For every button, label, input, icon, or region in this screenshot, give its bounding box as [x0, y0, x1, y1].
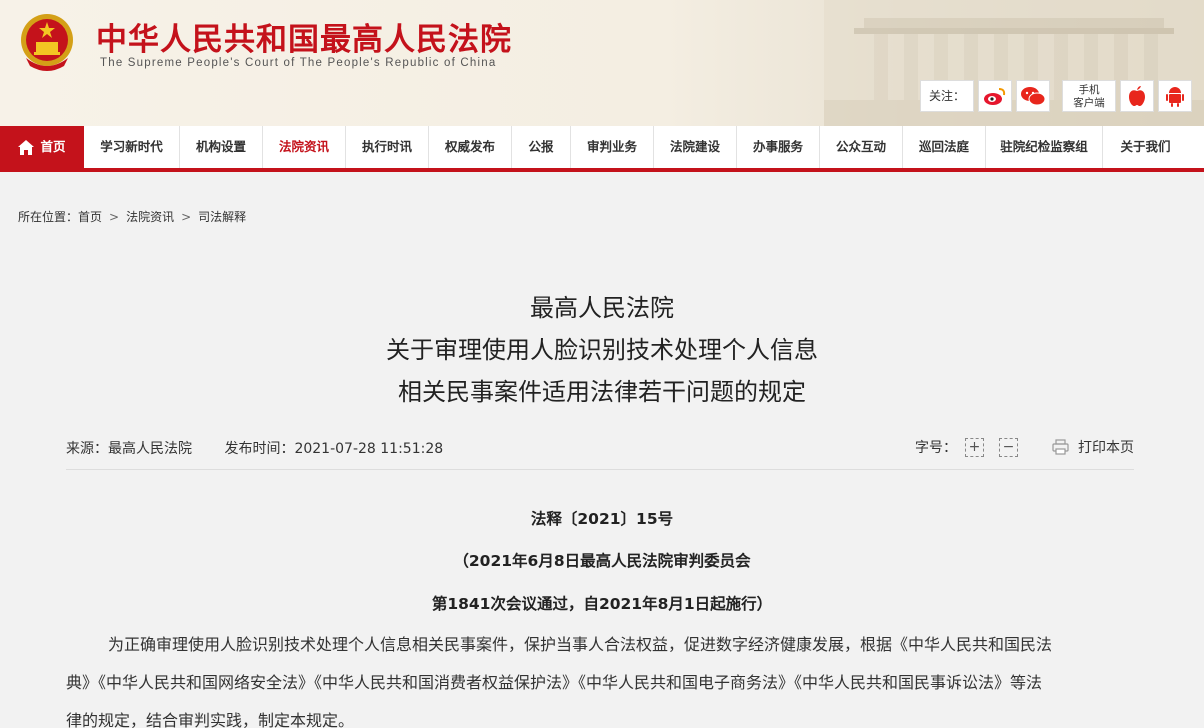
emblem-icon — [21, 14, 73, 71]
breadcrumb-prefix: 所在位置： — [18, 210, 79, 224]
follow-bar: 关注： 手机 客户端 — [920, 80, 1193, 112]
nav-item-enforcement-news[interactable]: 执行时讯 — [346, 126, 429, 168]
nav-item-services[interactable]: 办事服务 — [737, 126, 820, 168]
breadcrumb-separator: > — [181, 210, 192, 224]
weibo-button[interactable] — [978, 80, 1013, 112]
main-nav: 首页 学习新时代 机构设置 法院资讯 执行时讯 权威发布 公报 审判业务 法院建… — [0, 126, 1204, 172]
site-header: 中华人民共和国最高人民法院 The Supreme People's Court… — [0, 0, 1204, 126]
nav-item-public-interaction[interactable]: 公众互动 — [820, 126, 903, 168]
mobile-client-line1: 手机 — [1078, 84, 1100, 96]
article-publish-time: 发布时间：2021-07-28 11:51:28 — [224, 441, 444, 457]
article-tools: 字号： + − 打印本页 — [915, 437, 1134, 457]
nav-item-discipline-inspection[interactable]: 驻院纪检监察组 — [986, 126, 1103, 168]
wechat-icon — [1021, 87, 1046, 106]
wechat-button[interactable] — [1016, 80, 1051, 112]
nav-item-court-news[interactable]: 法院资讯 — [263, 126, 346, 168]
nav-item-label: 首页 — [40, 139, 66, 154]
mobile-client-line2: 客户端 — [1073, 97, 1105, 109]
nav-item-study[interactable]: 学习新时代 — [84, 126, 180, 168]
print-icon — [1052, 439, 1069, 455]
meta-divider — [66, 469, 1134, 470]
body-paragraph-line-3: 律的规定，结合审判实践，制定本规定。 — [66, 711, 355, 728]
article-title-line-1: 最高人民法院 — [530, 294, 674, 322]
apple-icon — [1129, 86, 1146, 106]
site-title: 中华人民共和国最高人民法院 — [96, 22, 512, 58]
body-paragraph-line-2: 典》《中华人民共和国网络安全法》《中华人民共和国消费者权益保护法》《中华人民共和… — [66, 673, 1043, 692]
nav-item-court-building[interactable]: 法院建设 — [654, 126, 737, 168]
article-body: 为正确审理使用人脸识别技术处理个人信息相关民事案件，保护当事人合法权益，促进数字… — [66, 626, 1136, 728]
print-button[interactable]: 打印本页 — [1052, 437, 1134, 457]
body-paragraph-line-1: 为正确审理使用人脸识别技术处理个人信息相关民事案件，保护当事人合法权益，促进数字… — [108, 635, 1053, 654]
nav-item-about-us[interactable]: 关于我们 — [1103, 126, 1188, 168]
article-source: 来源：最高人民法院 — [66, 441, 192, 457]
android-app-button[interactable] — [1158, 80, 1193, 112]
site-subtitle: The Supreme People's Court of The People… — [100, 57, 497, 69]
nav-item-organization[interactable]: 机构设置 — [180, 126, 263, 168]
font-increase-button[interactable]: + — [965, 437, 984, 457]
nav-item-trial-business[interactable]: 审判业务 — [571, 126, 654, 168]
adoption-line-2: 第1841次会议通过，自2021年8月1日起施行） — [431, 595, 773, 613]
nav-item-authoritative-release[interactable]: 权威发布 — [429, 126, 512, 168]
article-title-line-2: 关于审理使用人脸识别技术处理个人信息 — [386, 336, 818, 364]
print-label: 打印本页 — [1078, 440, 1134, 456]
mobile-client-label: 手机 客户端 — [1062, 80, 1117, 112]
breadcrumb-separator: > — [109, 210, 120, 224]
article-meta: 来源：最高人民法院 发布时间：2021-07-28 11:51:28 — [66, 438, 471, 458]
home-icon — [18, 139, 35, 155]
weibo-icon — [984, 88, 1006, 105]
font-decrease-button[interactable]: − — [999, 437, 1018, 457]
follow-label: 关注： — [920, 80, 975, 112]
breadcrumb-judicial-interpretation[interactable]: 司法解释 — [198, 210, 246, 224]
doc-number: 法释〔2021〕15号 — [530, 510, 674, 528]
nav-item-home[interactable]: 首页 — [0, 126, 84, 168]
ios-app-button[interactable] — [1120, 80, 1155, 112]
font-size-label: 字号： — [915, 440, 957, 456]
breadcrumb-court-news[interactable]: 法院资讯 — [126, 210, 174, 224]
android-icon — [1166, 87, 1185, 107]
article-title-line-3: 相关民事案件适用法律若干问题的规定 — [398, 378, 806, 406]
adoption-line-1: （2021年6月8日最高人民法院审判委员会 — [453, 552, 751, 570]
breadcrumb: 所在位置：首页 > 法院资讯 > 司法解释 — [18, 208, 246, 225]
nav-item-circuit-court[interactable]: 巡回法庭 — [903, 126, 986, 168]
breadcrumb-home[interactable]: 首页 — [78, 210, 102, 224]
nav-item-gazette[interactable]: 公报 — [512, 126, 571, 168]
